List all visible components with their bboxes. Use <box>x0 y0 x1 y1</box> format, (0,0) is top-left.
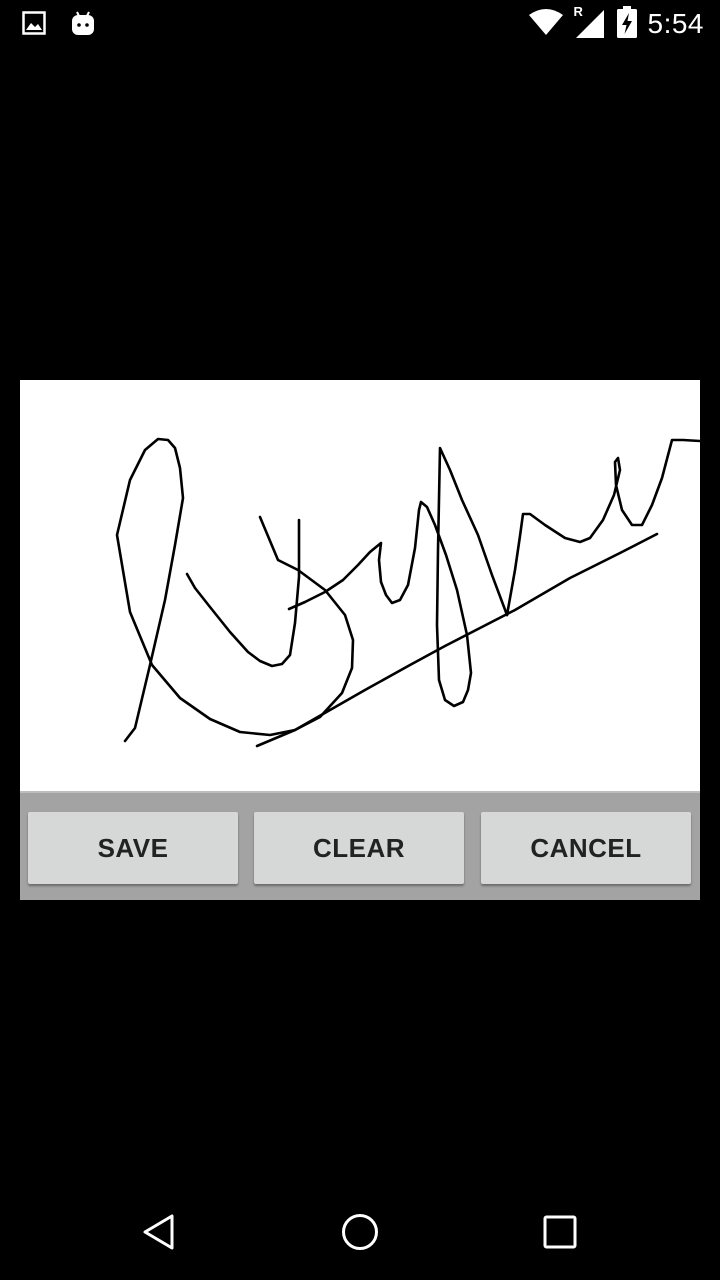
recent-apps-icon <box>543 1215 577 1249</box>
status-time: 5:54 <box>647 8 704 39</box>
cell-signal-icon: R <box>574 4 606 40</box>
back-button[interactable] <box>120 1202 200 1262</box>
notification-icons <box>22 10 96 41</box>
signature-dialog: SAVE CLEAR CANCEL <box>20 380 700 900</box>
signature-stroke <box>505 438 700 617</box>
signature-stroke <box>115 437 355 743</box>
save-button[interactable]: SAVE <box>28 812 238 884</box>
home-icon <box>342 1214 378 1250</box>
android-icon <box>70 10 96 41</box>
navigation-bar <box>0 1184 720 1280</box>
cancel-button[interactable]: CANCEL <box>481 812 691 884</box>
clear-button[interactable]: CLEAR <box>254 812 464 884</box>
home-button[interactable] <box>320 1202 400 1262</box>
back-icon <box>143 1214 174 1250</box>
signature-drawing <box>115 437 700 748</box>
screen: R 5:54 SAVE CLEAR CANCEL <box>0 0 720 1280</box>
battery-charging-icon <box>616 5 638 43</box>
recent-apps-button[interactable] <box>520 1202 600 1262</box>
signature-stroke <box>255 532 659 748</box>
roaming-label: R <box>573 4 583 19</box>
dialog-button-bar: SAVE CLEAR CANCEL <box>20 791 700 900</box>
system-icons: R 5:54 <box>528 4 705 43</box>
signature-stroke <box>287 446 509 708</box>
signature-pad[interactable] <box>20 380 700 791</box>
wifi-icon <box>528 7 564 42</box>
status-bar: R 5:54 <box>0 0 720 48</box>
image-icon <box>22 11 46 40</box>
signature-stroke <box>185 518 301 668</box>
